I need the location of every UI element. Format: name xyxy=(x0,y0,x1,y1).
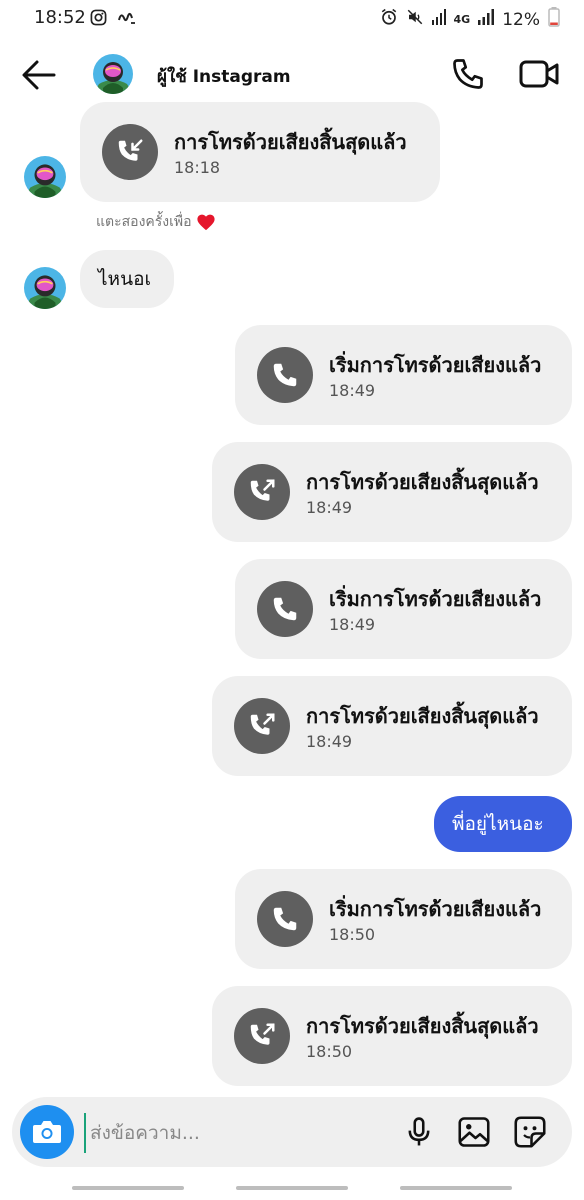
network-type: 4G xyxy=(453,12,471,26)
video-camera-icon xyxy=(519,60,559,88)
message-call-ended[interactable]: การโทรด้วยเสียงสิ้นสุดแล้ว 18:49 xyxy=(212,676,572,776)
signal-icon xyxy=(478,9,495,30)
message-call-started[interactable]: เริ่มการโทรด้วยเสียงแล้ว 18:49 xyxy=(235,559,572,659)
call-status-text: เริ่มการโทรด้วยเสียงแล้ว xyxy=(329,353,542,377)
header-avatar[interactable] xyxy=(93,54,133,94)
camera-button[interactable] xyxy=(20,1105,74,1159)
nav-back-button[interactable] xyxy=(400,1186,512,1190)
call-status-text: การโทรด้วยเสียงสิ้นสุดแล้ว xyxy=(306,1014,539,1038)
incoming-call-icon xyxy=(118,139,143,161)
battery-icon xyxy=(548,7,560,32)
status-time: 18:52 xyxy=(34,7,86,28)
sticker-button[interactable] xyxy=(512,1114,548,1150)
audio-call-button[interactable] xyxy=(450,56,486,92)
heart-icon xyxy=(196,214,215,231)
battery-percent: 12% xyxy=(502,9,540,30)
gallery-button[interactable] xyxy=(456,1114,492,1150)
message-input[interactable] xyxy=(84,1113,392,1153)
call-time: 18:18 xyxy=(174,158,221,177)
chat-header: ผู้ใช้ Instagram xyxy=(0,36,584,112)
call-time: 18:50 xyxy=(306,1042,353,1061)
call-time: 18:50 xyxy=(329,925,376,944)
message-call-ended[interactable]: การโทรด้วยเสียงสิ้นสุดแล้ว 18:18 xyxy=(80,102,440,202)
mute-icon xyxy=(406,8,424,31)
back-arrow-icon xyxy=(22,60,56,90)
double-tap-hint: แตะสองครั้งเพื่อ xyxy=(96,211,216,233)
outgoing-call-icon xyxy=(250,713,275,735)
phone-icon xyxy=(453,59,483,89)
call-status-text: การโทรด้วยเสียงสิ้นสุดแล้ว xyxy=(306,470,539,494)
call-time: 18:49 xyxy=(306,732,353,751)
call-time: 18:49 xyxy=(329,615,376,634)
nav-recents-button[interactable] xyxy=(72,1186,184,1190)
outgoing-call-icon xyxy=(250,1023,275,1045)
sticker-icon xyxy=(514,1116,546,1148)
chat-title[interactable]: ผู้ใช้ Instagram xyxy=(157,63,291,90)
message-call-started[interactable]: เริ่มการโทรด้วยเสียงแล้ว 18:50 xyxy=(235,869,572,969)
voice-message-button[interactable] xyxy=(402,1115,436,1149)
call-status-text: เริ่มการโทรด้วยเสียงแล้ว xyxy=(329,587,542,611)
message-text[interactable]: ไหนอเ xyxy=(80,250,174,308)
call-status-text: การโทรด้วยเสียงสิ้นสุดแล้ว xyxy=(306,704,539,728)
status-bar: 18:52 4G 12% xyxy=(0,0,584,36)
message-text-sent[interactable]: พี่อยู่ไหนอะ xyxy=(434,796,572,852)
back-button[interactable] xyxy=(20,58,58,92)
ais-icon xyxy=(117,10,137,30)
gallery-icon xyxy=(458,1117,490,1147)
message-call-ended[interactable]: การโทรด้วยเสียงสิ้นสุดแล้ว 18:49 xyxy=(212,442,572,542)
microphone-icon xyxy=(408,1117,430,1146)
outgoing-call-icon xyxy=(250,479,275,501)
message-composer xyxy=(12,1097,572,1167)
sender-avatar[interactable] xyxy=(24,156,66,198)
message-call-started[interactable]: เริ่มการโทรด้วยเสียงแล้ว 18:49 xyxy=(235,325,572,425)
phone-icon xyxy=(273,907,297,931)
wifi-calling-signal-icon xyxy=(431,9,446,30)
sender-avatar[interactable] xyxy=(24,267,66,309)
video-call-button[interactable] xyxy=(519,58,559,90)
phone-icon xyxy=(273,597,297,621)
call-time: 18:49 xyxy=(329,381,376,400)
call-status-text: การโทรด้วยเสียงสิ้นสุดแล้ว xyxy=(174,130,407,154)
call-status-text: เริ่มการโทรด้วยเสียงแล้ว xyxy=(329,897,542,921)
nav-home-button[interactable] xyxy=(236,1186,348,1190)
camera-icon xyxy=(33,1121,61,1143)
instagram-icon xyxy=(90,9,107,30)
phone-icon xyxy=(273,363,297,387)
alarm-icon xyxy=(380,8,398,31)
message-call-ended[interactable]: การโทรด้วยเสียงสิ้นสุดแล้ว 18:50 xyxy=(212,986,572,1086)
call-time: 18:49 xyxy=(306,498,353,517)
